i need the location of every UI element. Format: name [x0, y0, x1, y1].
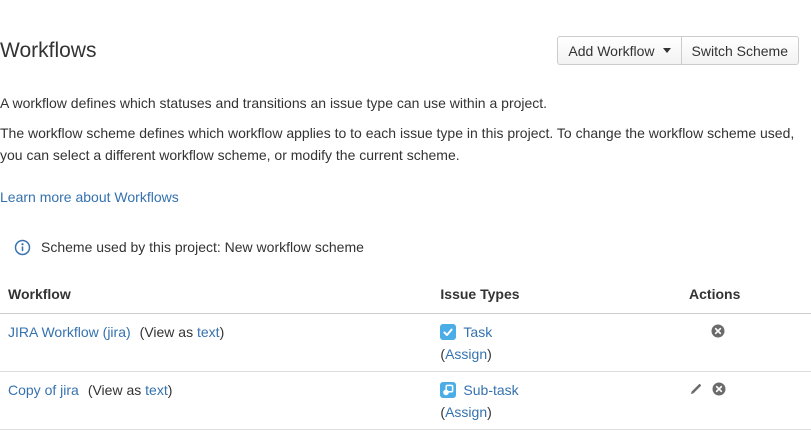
intro-paragraph-2: The workflow scheme defines which workfl… — [0, 122, 811, 166]
view-as-suffix: ) — [220, 324, 225, 340]
assign: (Assign) — [440, 344, 673, 364]
subtask-icon — [440, 382, 456, 398]
assign-link[interactable]: Assign — [445, 404, 487, 420]
learn-more-link[interactable]: Learn more about Workflows — [0, 187, 179, 207]
column-header-issue-types: Issue Types — [432, 278, 681, 314]
column-header-workflow: Workflow — [0, 278, 432, 314]
page-title: Workflows — [0, 38, 96, 64]
view-as-text-link[interactable]: text — [197, 324, 220, 340]
assign-suffix: ) — [487, 404, 492, 420]
table-header: Workflow Issue Types Actions — [0, 278, 811, 314]
actions-cell — [681, 372, 811, 430]
issue-type: Task — [440, 322, 673, 342]
delete-icon[interactable] — [711, 324, 725, 338]
view-as: (View as text) — [140, 324, 225, 340]
workflow-cell: Copy of jira (View as text) — [0, 372, 432, 430]
view-as-prefix: (View as — [140, 324, 197, 340]
workflows-page: Workflows Add Workflow Switch Scheme A w… — [0, 0, 811, 430]
intro-paragraph-1: A workflow defines which statuses and tr… — [0, 92, 811, 114]
scheme-notice: Scheme used by this project: New workflo… — [0, 237, 811, 257]
actions-cell — [681, 314, 811, 372]
column-header-actions: Actions — [681, 278, 811, 314]
assign-suffix: ) — [487, 346, 492, 362]
page-header: Workflows Add Workflow Switch Scheme — [0, 36, 811, 65]
workflows-table: Workflow Issue Types Actions JIRA Workfl… — [0, 278, 811, 430]
workflow-cell: JIRA Workflow (jira) (View as text) — [0, 314, 432, 372]
assign: (Assign) — [440, 402, 673, 422]
info-icon — [14, 239, 31, 256]
delete-icon[interactable] — [712, 382, 726, 396]
view-as-suffix: ) — [168, 382, 173, 398]
task-icon — [440, 324, 456, 340]
issue-types-cell: Sub-task (Assign) — [432, 372, 681, 430]
issue-types-cell: Task (Assign) — [432, 314, 681, 372]
table-row: Copy of jira (View as text) Sub-task (Ass… — [0, 372, 811, 430]
view-as-prefix: (View as — [88, 382, 145, 398]
action-spacer — [689, 325, 702, 338]
issue-type-link[interactable]: Task — [463, 322, 492, 342]
table-row: JIRA Workflow (jira) (View as text) Task … — [0, 314, 811, 372]
view-as-text-link[interactable]: text — [145, 382, 168, 398]
workflow-link[interactable]: JIRA Workflow (jira) — [8, 324, 131, 340]
workflow-link[interactable]: Copy of jira — [8, 382, 79, 398]
assign-link[interactable]: Assign — [445, 346, 487, 362]
add-workflow-label: Add Workflow — [568, 43, 654, 59]
chevron-down-icon — [663, 48, 671, 53]
switch-scheme-button[interactable]: Switch Scheme — [681, 36, 799, 65]
header-actions: Add Workflow Switch Scheme — [557, 36, 799, 65]
issue-type-link[interactable]: Sub-task — [463, 380, 518, 400]
add-workflow-button[interactable]: Add Workflow — [557, 36, 681, 65]
issue-type: Sub-task — [440, 380, 673, 400]
view-as: (View as text) — [88, 382, 173, 398]
edit-icon[interactable] — [689, 382, 703, 396]
scheme-notice-text: Scheme used by this project: New workflo… — [41, 237, 364, 257]
